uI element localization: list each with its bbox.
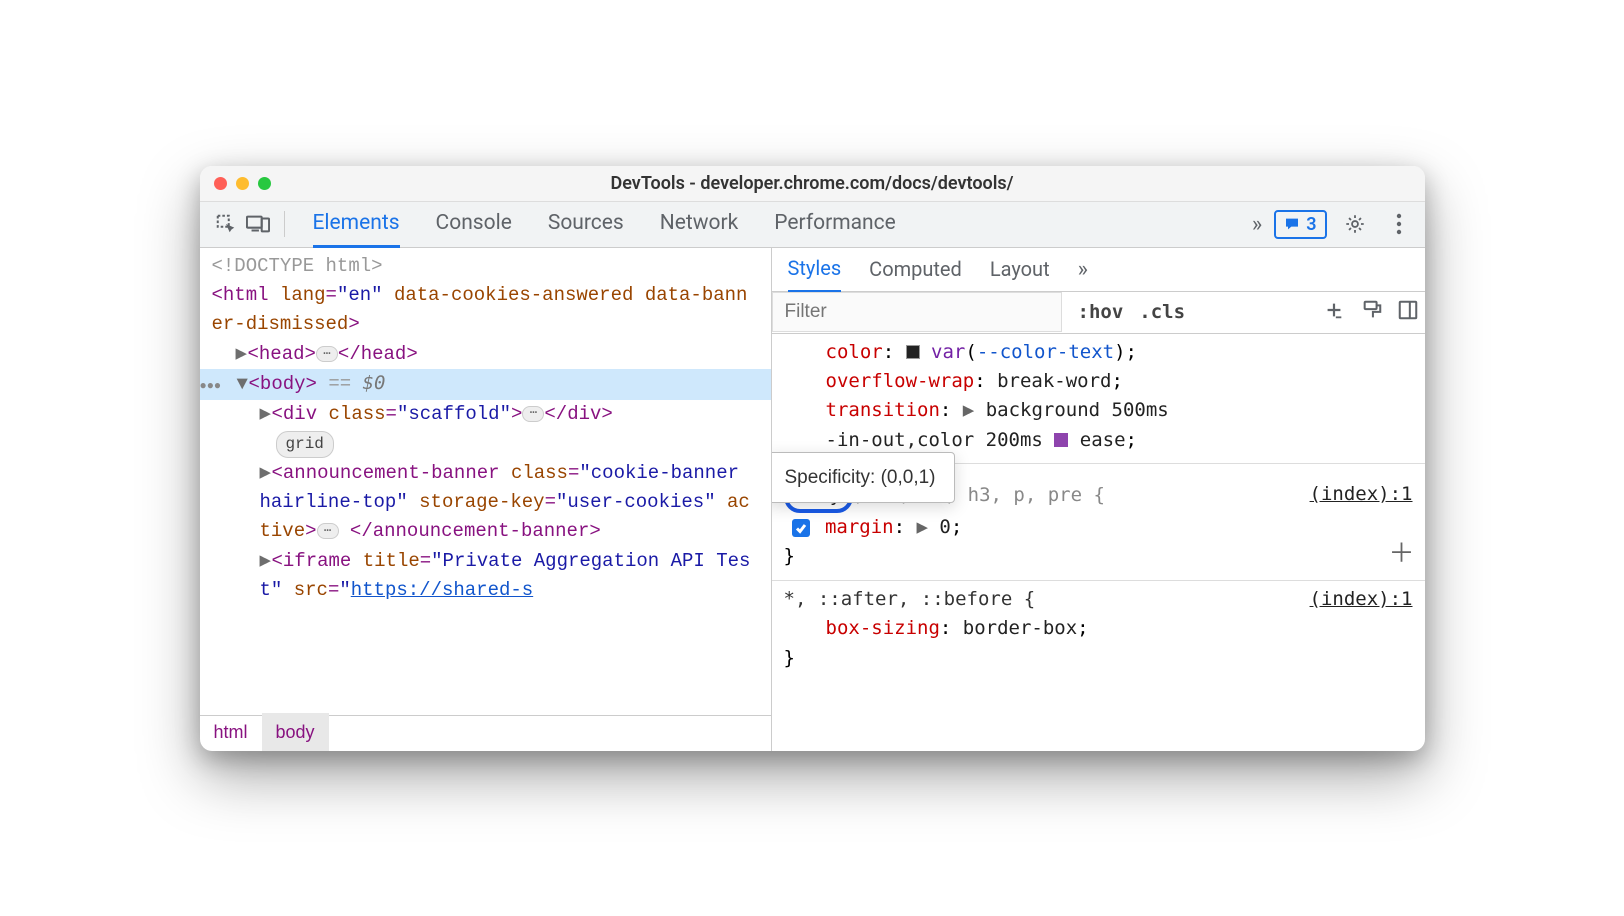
styles-subtabs: Styles Computed Layout » bbox=[772, 248, 1425, 292]
iframe-src-link[interactable]: https://shared-s bbox=[351, 579, 533, 601]
cls-toggle[interactable]: .cls bbox=[1139, 301, 1185, 323]
prop-transition-cont[interactable]: -in-out,color 200ms ease; bbox=[784, 426, 1413, 455]
tab-sources[interactable]: Sources bbox=[548, 201, 624, 248]
window-titlebar: DevTools - developer.chrome.com/docs/dev… bbox=[200, 166, 1425, 202]
close-window-button[interactable] bbox=[214, 177, 227, 190]
expand-ellipsis-icon[interactable]: ⋯ bbox=[522, 406, 544, 422]
prop-enabled-checkbox[interactable] bbox=[792, 519, 810, 537]
subtab-layout[interactable]: Layout bbox=[990, 247, 1050, 291]
toolbar-divider bbox=[284, 211, 285, 237]
issues-badge[interactable]: 3 bbox=[1274, 210, 1326, 239]
minimize-window-button[interactable] bbox=[236, 177, 249, 190]
issues-count: 3 bbox=[1306, 214, 1316, 235]
prop-margin[interactable]: margin: ▶ 0; bbox=[784, 513, 1413, 542]
panel-tabs: Elements Console Sources Network Perform… bbox=[313, 201, 1252, 248]
more-tabs-button[interactable]: » bbox=[1252, 212, 1262, 237]
grid-badge[interactable]: grid bbox=[276, 431, 334, 458]
selector-universal[interactable]: (index):1 *, ::after, ::before { bbox=[784, 585, 1413, 614]
hov-toggle[interactable]: :hov bbox=[1078, 301, 1124, 323]
inspect-element-icon[interactable] bbox=[210, 213, 242, 235]
expand-ellipsis-icon[interactable]: ⋯ bbox=[317, 523, 339, 539]
subtab-styles[interactable]: Styles bbox=[788, 246, 842, 293]
rule-close-brace: } bbox=[784, 644, 1413, 673]
panel-layout-icon[interactable] bbox=[1397, 299, 1419, 325]
add-rule-icon[interactable] bbox=[1323, 299, 1345, 325]
div-scaffold-node[interactable]: ▶<div class="scaffold">⋯</div> bbox=[200, 400, 771, 429]
rule-block-1[interactable]: color: var(--color-text); overflow-wrap:… bbox=[772, 334, 1425, 465]
subtab-computed[interactable]: Computed bbox=[869, 247, 962, 291]
tab-network[interactable]: Network bbox=[660, 201, 739, 248]
style-rules: color: var(--color-text); overflow-wrap:… bbox=[772, 334, 1425, 751]
tab-console[interactable]: Console bbox=[436, 201, 512, 248]
expand-ellipsis-icon[interactable]: ⋯ bbox=[316, 346, 338, 362]
message-icon bbox=[1284, 216, 1300, 232]
source-link[interactable]: (index):1 bbox=[1310, 585, 1413, 614]
device-toggle-icon[interactable] bbox=[242, 214, 274, 234]
prop-overflow-wrap[interactable]: overflow-wrap: break-word; bbox=[784, 367, 1413, 396]
prop-box-sizing[interactable]: box-sizing: border-box; bbox=[784, 614, 1413, 643]
tab-performance[interactable]: Performance bbox=[774, 201, 895, 248]
grid-badge-line[interactable]: grid bbox=[200, 429, 771, 458]
selection-dots-icon: ●●● bbox=[200, 379, 222, 393]
settings-icon[interactable] bbox=[1339, 213, 1371, 235]
prop-transition[interactable]: transition: ▶ background 500ms bbox=[784, 396, 1413, 425]
crumb-body[interactable]: body bbox=[262, 713, 329, 750]
kebab-menu-icon[interactable] bbox=[1383, 213, 1415, 235]
more-subtabs-button[interactable]: » bbox=[1078, 257, 1088, 282]
paint-icon[interactable] bbox=[1361, 299, 1383, 325]
styles-panel: Styles Computed Layout » :hov .cls bbox=[772, 248, 1425, 751]
rule-block-3[interactable]: (index):1 *, ::after, ::before { box-siz… bbox=[772, 581, 1425, 681]
doctype-node[interactable]: <!DOCTYPE html> bbox=[200, 252, 771, 281]
breadcrumb: html body bbox=[200, 715, 771, 751]
add-property-icon[interactable]: ＋ bbox=[1388, 534, 1414, 574]
tab-elements[interactable]: Elements bbox=[313, 201, 400, 248]
source-link[interactable]: (index):1 bbox=[1310, 480, 1413, 509]
main-content: <!DOCTYPE html> <html lang="en" data-coo… bbox=[200, 248, 1425, 751]
head-node[interactable]: ▶<head>⋯</head> bbox=[200, 340, 771, 369]
prop-color[interactable]: color: var(--color-text); bbox=[784, 338, 1413, 367]
crumb-html[interactable]: html bbox=[200, 713, 262, 750]
color-swatch-icon[interactable] bbox=[906, 345, 920, 359]
dollar-zero-label: $0 bbox=[363, 372, 386, 394]
maximize-window-button[interactable] bbox=[258, 177, 271, 190]
dom-tree[interactable]: <!DOCTYPE html> <html lang="en" data-coo… bbox=[200, 248, 771, 715]
easing-swatch-icon[interactable] bbox=[1054, 433, 1068, 447]
specificity-tooltip: Specificity: (0,0,1) bbox=[772, 452, 955, 503]
iframe-node[interactable]: ▶<iframe title="Private Aggregation API … bbox=[200, 547, 771, 606]
dom-panel: <!DOCTYPE html> <html lang="en" data-coo… bbox=[200, 248, 772, 751]
body-node-selected[interactable]: ●●● ▼<body> == $0 bbox=[200, 369, 771, 399]
toolbar-right: » 3 bbox=[1252, 210, 1415, 239]
html-node[interactable]: <html lang="en" data-cookies-answered da… bbox=[200, 281, 771, 340]
main-toolbar: Elements Console Sources Network Perform… bbox=[200, 202, 1425, 248]
styles-filter-bar: :hov .cls bbox=[772, 292, 1425, 334]
rule-close-brace: } bbox=[784, 542, 1413, 571]
filter-input[interactable] bbox=[772, 292, 1062, 332]
announcement-banner-node[interactable]: ▶<announcement-banner class="cookie-bann… bbox=[200, 459, 771, 547]
traffic-lights bbox=[214, 177, 271, 190]
devtools-window: DevTools - developer.chrome.com/docs/dev… bbox=[200, 166, 1425, 751]
window-title: DevTools - developer.chrome.com/docs/dev… bbox=[200, 173, 1425, 194]
